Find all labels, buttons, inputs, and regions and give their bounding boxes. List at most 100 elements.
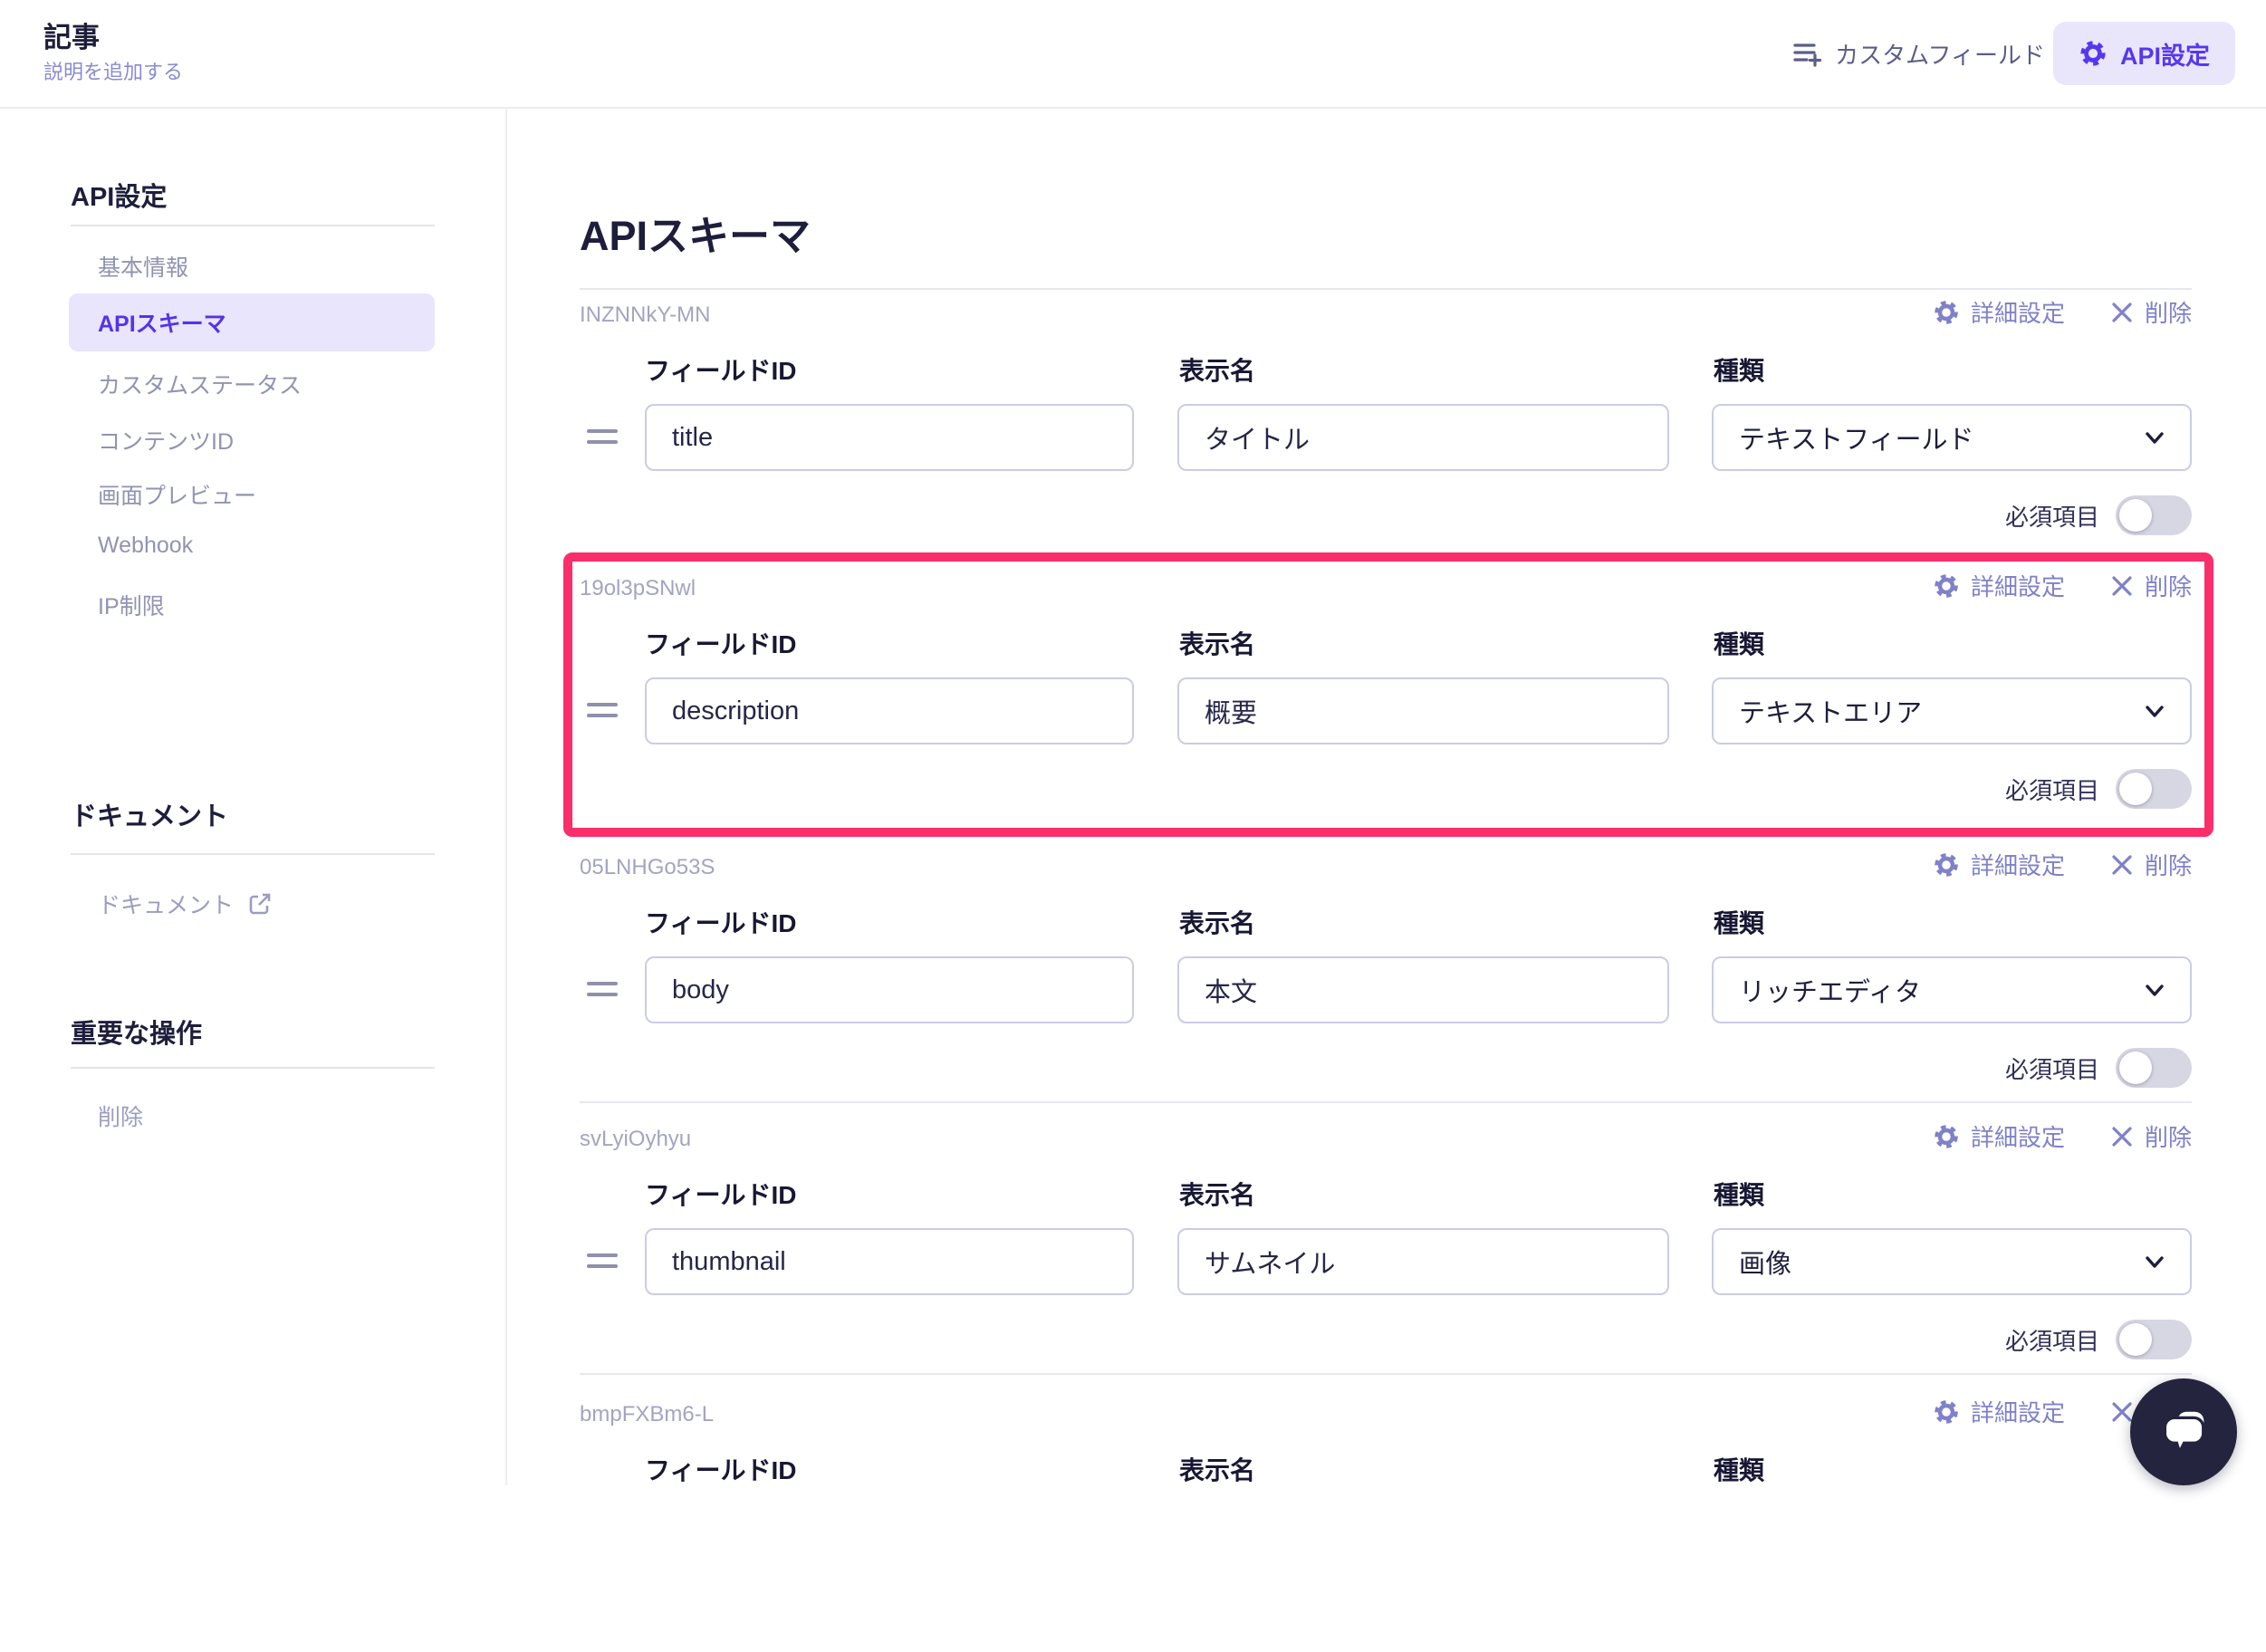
schema-field-row: INZNNkY-MN 詳細設定 削除 フィールドID 表示名 種類 テキストフィ… [580, 300, 2192, 552]
playlist-add-icon [1793, 43, 1822, 67]
gear-icon [1935, 1399, 1958, 1424]
close-icon [2112, 575, 2132, 596]
add-description-link[interactable]: 説明を追加する [43, 56, 183, 85]
delete-field-button[interactable]: 削除 [2110, 848, 2192, 881]
sidebar-item-custom-status[interactable]: カスタムステータス [98, 368, 302, 400]
divider [71, 225, 435, 226]
field-id-input[interactable] [645, 1228, 1134, 1295]
gear-icon [1935, 1124, 1958, 1148]
drag-handle[interactable] [587, 982, 618, 996]
sidebar-section-documents: ドキュメント [71, 802, 229, 831]
field-id-label: フィールドID [645, 630, 797, 658]
kind-label: 種類 [1714, 1456, 1765, 1484]
kind-select[interactable]: テキストエリア [1712, 677, 2192, 744]
sidebar-section-important-ops: 重要な操作 [71, 1020, 203, 1049]
sidebar-item-document-link[interactable]: ドキュメント [98, 888, 274, 920]
toggle-knob [2119, 1323, 2152, 1356]
required-label: 必須項目 [2004, 1327, 2099, 1355]
chat-widget-button[interactable] [2130, 1378, 2237, 1485]
field-id-label: フィールドID [645, 909, 797, 937]
display-name-label: 表示名 [1179, 1456, 1256, 1484]
drag-handle[interactable] [587, 703, 618, 717]
delete-field-button[interactable]: 削除 [2110, 569, 2192, 602]
kind-select[interactable]: リッチエディタ [1712, 956, 2192, 1023]
sidebar-item-delete-api[interactable]: 削除 [98, 1100, 143, 1132]
row-actions: 詳細設定 削除 [1933, 848, 2192, 881]
delete-field-button[interactable]: 削除 [2110, 295, 2192, 329]
api-settings-label: API設定 [2119, 42, 2210, 70]
required-toggle[interactable] [2116, 1320, 2192, 1359]
sidebar-item-webhook[interactable]: Webhook [98, 533, 193, 559]
field-row-id: 05LNHGo53S [580, 855, 715, 879]
field-row-id: INZNNkY-MN [580, 303, 711, 327]
required-label: 必須項目 [2004, 776, 2099, 804]
drag-handle[interactable] [587, 1253, 618, 1268]
close-icon [2112, 302, 2132, 322]
display-name-label: 表示名 [1179, 630, 1256, 658]
display-name-label: 表示名 [1179, 1181, 1256, 1209]
divider [580, 1373, 2192, 1375]
sidebar-section-api-settings: API設定 [71, 183, 168, 212]
schema-field-row: 05LNHGo53S 詳細設定 削除 フィールドID 表示名 種類 リッチエディ… [580, 852, 2192, 1105]
divider [71, 1067, 435, 1069]
field-id-input[interactable] [645, 404, 1134, 471]
sidebar-item-basic-info[interactable]: 基本情報 [98, 250, 188, 283]
advanced-settings-button[interactable]: 詳細設定 [1933, 569, 2065, 602]
advanced-settings-button[interactable]: 詳細設定 [1933, 1119, 2065, 1153]
kind-select[interactable]: 画像 [1712, 1228, 2192, 1295]
advanced-settings-button[interactable]: 詳細設定 [1933, 848, 2065, 881]
field-row-id: bmpFXBm6-L [580, 1402, 715, 1426]
close-icon [2112, 854, 2132, 875]
required-toggle[interactable] [2116, 495, 2192, 535]
row-actions: 詳細設定 削除 [1933, 1119, 2192, 1153]
advanced-settings-button[interactable]: 詳細設定 [1933, 295, 2065, 329]
required-row: 必須項目 [2005, 1319, 2192, 1360]
api-settings-button[interactable]: API設定 [2052, 22, 2235, 85]
display-name-input[interactable] [1177, 956, 1669, 1023]
custom-fields-label: カスタムフィールド [1835, 41, 2045, 69]
delete-field-button[interactable]: 削除 [2110, 1119, 2192, 1153]
kind-label: 種類 [1714, 1181, 1765, 1209]
display-name-input[interactable] [1177, 404, 1669, 471]
sidebar-item-screen-preview[interactable]: 画面プレビュー [98, 478, 256, 511]
field-id-input[interactable] [645, 677, 1134, 744]
row-actions: 詳細設定 削除 [1933, 569, 2192, 602]
required-row: 必須項目 [2005, 768, 2192, 810]
display-name-label: 表示名 [1179, 357, 1256, 385]
field-id-input[interactable] [645, 956, 1134, 1023]
display-name-input[interactable] [1177, 1228, 1669, 1295]
divider [580, 1101, 2192, 1103]
gear-icon [1935, 300, 1958, 324]
field-row-id: svLyiOyhyu [580, 1127, 692, 1151]
chevron-down-icon [2146, 1256, 2164, 1268]
kind-label: 種類 [1714, 630, 1765, 658]
custom-fields-button[interactable]: カスタムフィールド [1791, 0, 2045, 107]
toggle-knob [2119, 773, 2152, 805]
kind-select[interactable]: テキストフィールド [1712, 404, 2192, 471]
settings-sidebar: API設定 基本情報 APIスキーマ カスタムステータス コンテンツID 画面プ… [0, 107, 507, 1485]
gear-icon [1935, 852, 1958, 877]
divider [71, 853, 435, 855]
display-name-label: 表示名 [1179, 909, 1256, 937]
chevron-down-icon [2146, 706, 2164, 717]
schema-field-row: svLyiOyhyu 詳細設定 削除 フィールドID 表示名 種類 画像 必須項… [580, 1124, 2192, 1377]
required-row: 必須項目 [2005, 495, 2192, 536]
required-toggle[interactable] [2116, 769, 2192, 809]
divider [580, 288, 2192, 290]
required-label: 必須項目 [2004, 1055, 2099, 1083]
advanced-settings-button[interactable]: 詳細設定 [1933, 1395, 2065, 1428]
drag-handle[interactable] [587, 429, 618, 444]
sidebar-item-ip-restriction[interactable]: IP制限 [98, 589, 165, 621]
gear-icon [2080, 41, 2106, 66]
sidebar-item-content-id[interactable]: コンテンツID [98, 424, 234, 456]
gear-icon [1935, 573, 1958, 598]
field-id-label: フィールドID [645, 1456, 797, 1484]
sidebar-item-api-schema[interactable]: APIスキーマ [69, 293, 435, 351]
chevron-down-icon [2146, 432, 2164, 444]
display-name-input[interactable] [1177, 677, 1669, 744]
api-title: 記事 [43, 22, 100, 53]
chevron-down-icon [2146, 984, 2164, 996]
field-id-label: フィールドID [645, 357, 797, 385]
required-label: 必須項目 [2004, 503, 2099, 531]
required-toggle[interactable] [2116, 1048, 2192, 1088]
